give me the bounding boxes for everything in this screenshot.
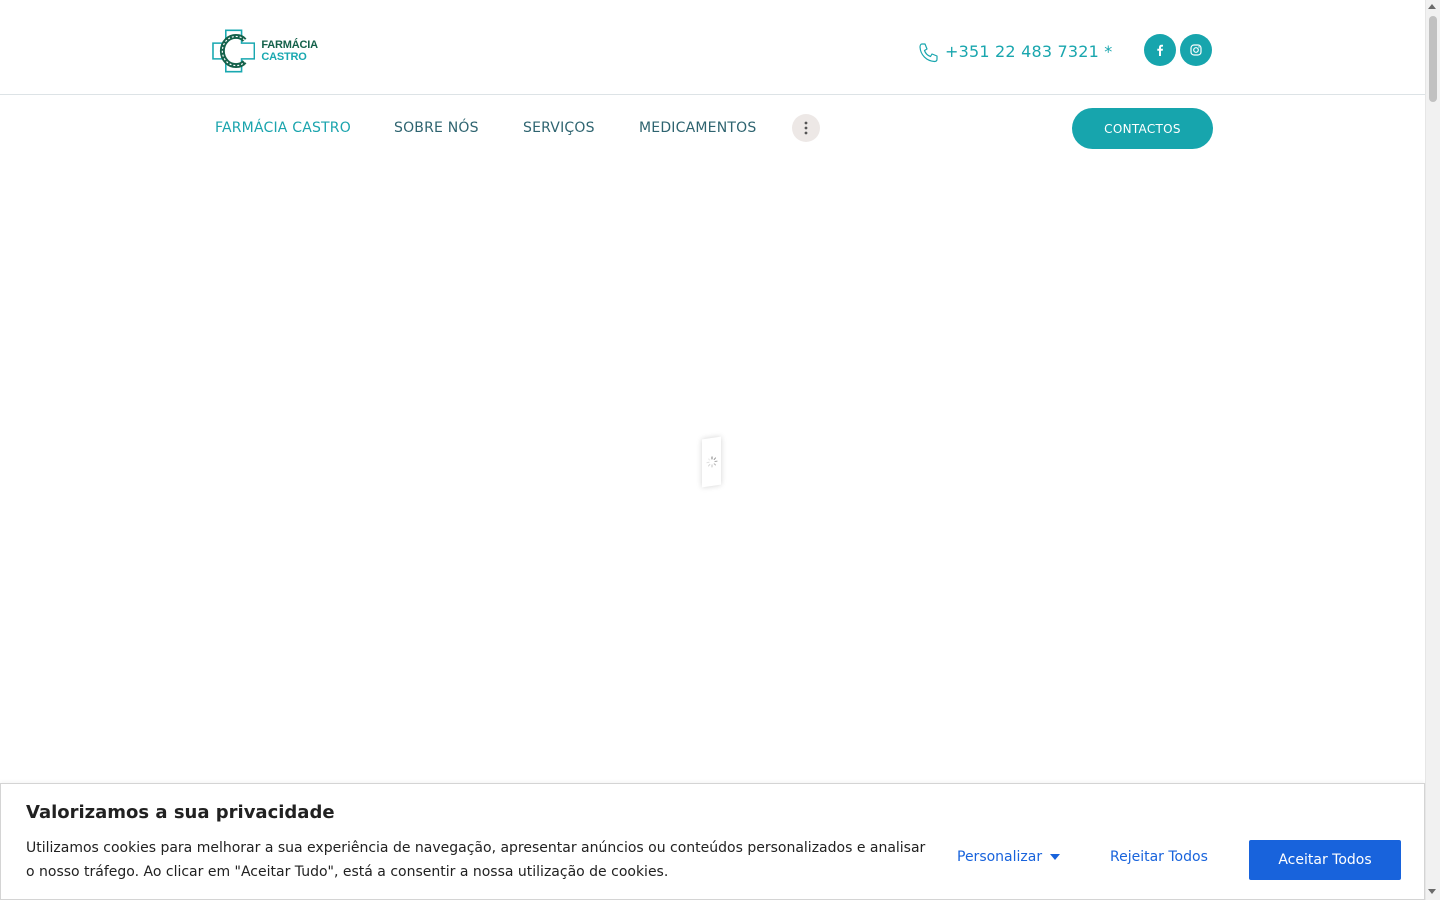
phone-number: +351 22 483 7321 *	[945, 41, 1113, 61]
accept-all-button[interactable]: Aceitar Todos	[1249, 840, 1401, 880]
site-logo[interactable]: FARMÁCIA CASTRO	[212, 28, 364, 74]
top-header: FARMÁCIA CASTRO +351 22 483 7321 *	[0, 0, 1425, 95]
scroll-up-arrow-icon[interactable]	[1428, 4, 1436, 9]
reject-all-button[interactable]: Rejeitar Todos	[1110, 849, 1208, 865]
nav-item-servicos[interactable]: SERVIÇOS	[523, 120, 595, 136]
caret-down-icon	[1050, 854, 1061, 860]
contactos-button[interactable]: CONTACTOS	[1072, 108, 1213, 149]
nav-item-farmacia-castro[interactable]: FARMÁCIA CASTRO	[215, 120, 351, 136]
nav-more-button[interactable]	[792, 114, 820, 142]
scroll-down-arrow-icon[interactable]	[1428, 889, 1436, 894]
logo-text: FARMÁCIA CASTRO	[261, 39, 364, 63]
nav-item-medicamentos[interactable]: MEDICAMENTOS	[639, 120, 756, 136]
page-scrollbar[interactable]	[1425, 0, 1440, 900]
facebook-button[interactable]	[1144, 34, 1176, 66]
cookie-title: Valorizamos a sua privacidade	[26, 802, 335, 823]
customize-label: Personalizar	[957, 849, 1043, 865]
phone-icon	[919, 43, 938, 63]
logo-cross-icon	[212, 29, 256, 73]
customize-button[interactable]: Personalizar	[957, 849, 1061, 865]
logo-word-farmacia: FARMÁCIA	[261, 39, 318, 51]
phone-link[interactable]: +351 22 483 7321 *	[918, 38, 1113, 64]
vertical-dots-icon	[804, 121, 808, 135]
loading-spinner	[702, 436, 721, 488]
instagram-icon	[1190, 44, 1202, 56]
nav-item-sobre-nos[interactable]: SOBRE NÓS	[394, 120, 479, 136]
scrollbar-thumb[interactable]	[1429, 16, 1437, 102]
facebook-icon	[1157, 44, 1163, 56]
cookie-banner: Valorizamos a sua privacidade Utilizamos…	[0, 783, 1425, 900]
cookie-description: Utilizamos cookies para melhorar a sua e…	[26, 840, 926, 880]
page: FARMÁCIA CASTRO +351 22 483 7321 * FARMÁ…	[0, 0, 1440, 900]
spinner-icon	[705, 456, 718, 468]
instagram-button[interactable]	[1180, 34, 1212, 66]
logo-word-castro: CASTRO	[261, 51, 307, 63]
main-nav: FARMÁCIA CASTRO SOBRE NÓS SERVIÇOS MEDIC…	[0, 95, 1425, 161]
